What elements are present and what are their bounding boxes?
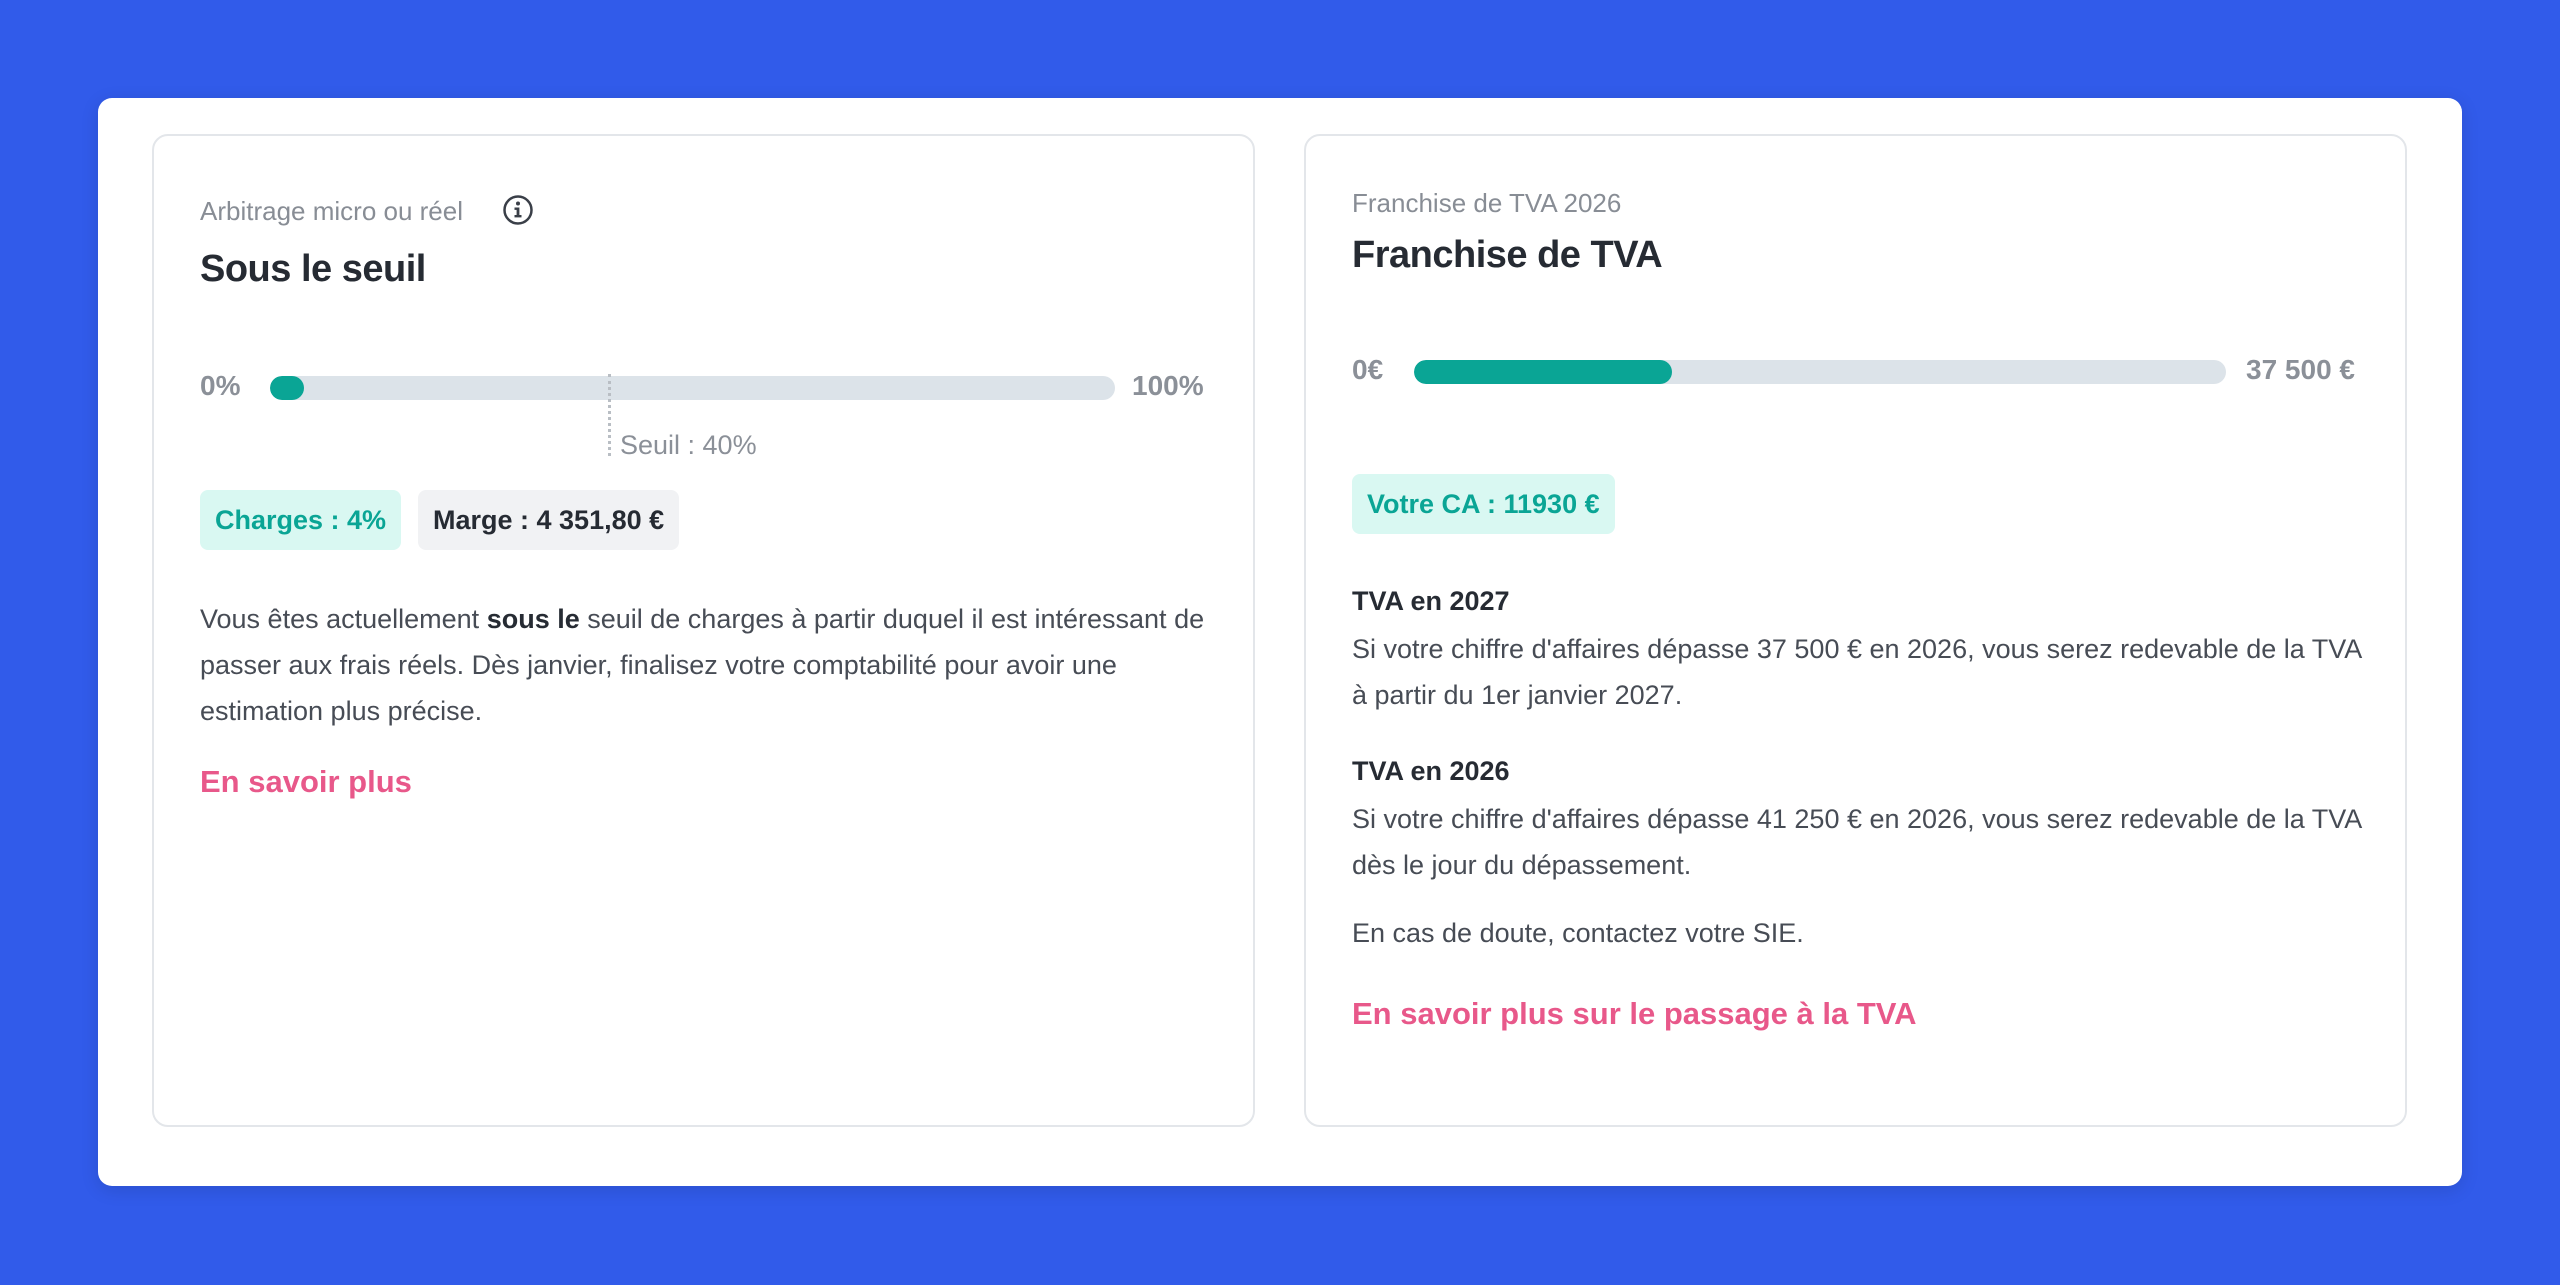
revenue-progress-fill (1414, 360, 1673, 384)
micro-vs-reel-card: Arbitrage micro ou réel Sous le seuil 0%… (152, 134, 1255, 1127)
doubt-note: En cas de doute, contactez votre SIE. (1352, 918, 1804, 948)
charges-progress-fill (270, 376, 304, 400)
bar-min-label: 0€ (1352, 354, 1384, 385)
card-title: Sous le seuil (200, 248, 426, 290)
learn-more-link[interactable]: En savoir plus (200, 764, 412, 800)
franchise-tva-card: Franchise de TVA 2026 Franchise de TVA 0… (1304, 134, 2407, 1127)
revenue-progress-bar (1414, 360, 2226, 384)
tva-learn-more-link[interactable]: En savoir plus sur le passage à la TVA (1352, 996, 1917, 1032)
bar-max-label: 37 500 € (2246, 354, 2355, 385)
explanation-text: Vous êtes actuellement sous le seuil de … (200, 604, 1205, 726)
section-heading-2026: TVA en 2026 (1352, 756, 1510, 786)
section-text-2027: Si votre chiffre d'affaires dépasse 37 5… (1352, 634, 2361, 710)
section-heading-2027: TVA en 2027 (1352, 586, 1510, 616)
charges-progress-bar (270, 376, 1115, 400)
threshold-marker (608, 374, 611, 456)
card-subtitle: Arbitrage micro ou réel (200, 196, 463, 226)
card-title: Franchise de TVA (1352, 234, 1663, 276)
bar-min-label: 0% (200, 370, 241, 401)
marge-badge: Marge : 4 351,80 € (418, 490, 680, 550)
bar-max-label: 100% (1132, 370, 1204, 401)
charges-badge: Charges : 4% (200, 490, 402, 550)
threshold-label: Seuil : 40% (620, 430, 757, 460)
info-icon[interactable] (502, 194, 534, 226)
card-subtitle: Franchise de TVA 2026 (1352, 188, 1622, 218)
ca-badge: Votre CA : 11930 € (1352, 474, 1615, 534)
main-panel: Arbitrage micro ou réel Sous le seuil 0%… (98, 98, 2462, 1186)
section-text-2026: Si votre chiffre d'affaires dépasse 41 2… (1352, 804, 2361, 880)
